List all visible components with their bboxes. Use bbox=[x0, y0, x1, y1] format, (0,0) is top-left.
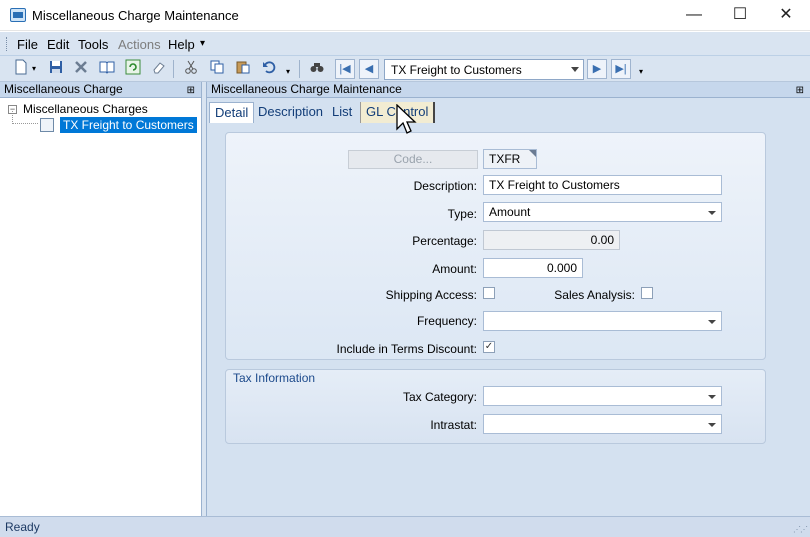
tab-list[interactable]: List bbox=[327, 102, 357, 123]
description-label: Description: bbox=[413, 179, 477, 193]
percentage-field[interactable]: 0.00 bbox=[483, 230, 620, 250]
resize-grip-icon[interactable]: ⋰⋰ bbox=[793, 525, 808, 534]
sales-analysis-label: Sales Analysis: bbox=[554, 288, 635, 302]
tree-node-root[interactable]: − Miscellaneous Charges bbox=[8, 102, 148, 116]
terms-discount-label: Include in Terms Discount: bbox=[336, 342, 477, 356]
close-button[interactable]: ✕ bbox=[763, 0, 809, 31]
menu-bar: File Edit Tools Actions Help ▾ bbox=[0, 32, 810, 56]
code-lookup-button[interactable]: Code... bbox=[348, 150, 478, 169]
last-record-button[interactable]: ▶| bbox=[611, 59, 631, 79]
intrastat-label: Intrastat: bbox=[430, 418, 477, 432]
pin-icon[interactable]: ⊞ bbox=[796, 83, 804, 98]
copy-icon[interactable] bbox=[207, 59, 227, 79]
detail-pane: Miscellaneous Charge Maintenance ⊞ Detai… bbox=[207, 82, 810, 516]
tax-category-select[interactable] bbox=[483, 386, 722, 406]
status-bar: Ready ⋰⋰ bbox=[0, 516, 810, 537]
menu-help[interactable]: Help bbox=[168, 37, 195, 52]
previous-record-button[interactable]: ◀ bbox=[359, 59, 379, 79]
chevron-down-icon bbox=[708, 423, 716, 427]
refresh-icon[interactable] bbox=[123, 59, 143, 79]
status-text: Ready bbox=[5, 520, 40, 534]
record-select-value: TX Freight to Customers bbox=[391, 63, 522, 77]
book-icon[interactable] bbox=[97, 59, 117, 79]
record-select[interactable]: TX Freight to Customers bbox=[384, 59, 584, 80]
menu-actions[interactable]: Actions bbox=[118, 37, 161, 52]
type-select[interactable]: Amount bbox=[483, 202, 722, 222]
eraser-icon[interactable] bbox=[149, 59, 169, 79]
chevron-down-icon bbox=[708, 211, 716, 215]
find-icon[interactable] bbox=[307, 59, 327, 79]
menu-overflow-icon[interactable]: ▾ bbox=[200, 38, 205, 49]
chevron-down-icon bbox=[708, 395, 716, 399]
amount-label: Amount: bbox=[432, 262, 477, 276]
next-record-button[interactable]: ▶ bbox=[587, 59, 607, 79]
new-dropdown-icon[interactable]: ▾ bbox=[29, 59, 39, 79]
menu-edit[interactable]: Edit bbox=[47, 37, 69, 52]
frequency-label: Frequency: bbox=[416, 314, 477, 328]
terms-discount-checkbox[interactable]: ✓ bbox=[483, 341, 495, 353]
tax-category-label: Tax Category: bbox=[402, 390, 477, 404]
toolbar: ▾ ▾ |◀ ◀ TX Freight to Customers ▶ ▶| ▾ bbox=[0, 56, 810, 82]
window-title: Miscellaneous Charge Maintenance bbox=[32, 8, 239, 23]
document-icon bbox=[40, 118, 54, 132]
description-field[interactable]: TX Freight to Customers bbox=[483, 175, 722, 195]
undo-icon[interactable] bbox=[259, 59, 279, 79]
minimize-button[interactable]: — bbox=[671, 0, 717, 31]
tree-node-root-label: Miscellaneous Charges bbox=[23, 102, 148, 116]
type-label: Type: bbox=[447, 207, 477, 221]
delete-icon[interactable] bbox=[71, 59, 91, 79]
app-icon bbox=[10, 8, 26, 22]
cut-icon[interactable] bbox=[181, 59, 201, 79]
code-field[interactable]: TXFR bbox=[483, 149, 537, 169]
tab-description[interactable]: Description bbox=[253, 102, 328, 123]
toolbar-overflow-icon[interactable]: ▾ bbox=[283, 62, 293, 82]
save-icon[interactable] bbox=[46, 59, 66, 79]
tax-information-title: Tax Information bbox=[233, 371, 316, 385]
tab-detail[interactable]: Detail bbox=[209, 102, 255, 123]
shipping-access-checkbox[interactable] bbox=[483, 287, 495, 299]
title-bar: Miscellaneous Charge Maintenance — ☐ ✕ bbox=[0, 0, 810, 31]
navigation-pane: Miscellaneous Charge ⊞ − Miscellaneous C… bbox=[0, 82, 202, 516]
tree-node-selected-label: TX Freight to Customers bbox=[60, 117, 197, 133]
navigation-pane-header: Miscellaneous Charge ⊞ bbox=[0, 82, 201, 98]
tab-strip: Detail Description List GL Control bbox=[207, 99, 810, 123]
first-record-button[interactable]: |◀ bbox=[335, 59, 355, 79]
mouse-cursor-icon bbox=[396, 104, 417, 134]
shipping-access-label: Shipping Access: bbox=[385, 288, 477, 302]
menu-file[interactable]: File bbox=[17, 37, 38, 52]
toolbar-overflow-icon[interactable]: ▾ bbox=[636, 62, 646, 82]
toolbar-separator bbox=[173, 60, 174, 78]
tree-node-selected[interactable]: TX Freight to Customers bbox=[40, 117, 197, 133]
percentage-label: Percentage: bbox=[412, 234, 477, 248]
toolbar-separator bbox=[299, 60, 300, 78]
menu-grip-icon bbox=[6, 37, 9, 51]
paste-icon[interactable] bbox=[233, 59, 253, 79]
type-select-value: Amount bbox=[489, 205, 531, 219]
new-icon[interactable] bbox=[11, 59, 31, 79]
frequency-select[interactable] bbox=[483, 311, 722, 331]
pin-icon[interactable]: ⊞ bbox=[187, 83, 195, 98]
navigation-pane-title: Miscellaneous Charge bbox=[4, 82, 123, 96]
maximize-button[interactable]: ☐ bbox=[717, 0, 763, 31]
intrastat-select[interactable] bbox=[483, 414, 722, 434]
menu-tools[interactable]: Tools bbox=[78, 37, 108, 52]
chevron-down-icon bbox=[708, 320, 716, 324]
chevron-down-icon bbox=[571, 67, 579, 72]
collapse-icon[interactable]: − bbox=[8, 104, 17, 114]
detail-pane-header: Miscellaneous Charge Maintenance ⊞ bbox=[207, 82, 810, 98]
detail-pane-title: Miscellaneous Charge Maintenance bbox=[211, 82, 402, 96]
sales-analysis-checkbox[interactable] bbox=[641, 287, 653, 299]
amount-field[interactable]: 0.000 bbox=[483, 258, 583, 278]
